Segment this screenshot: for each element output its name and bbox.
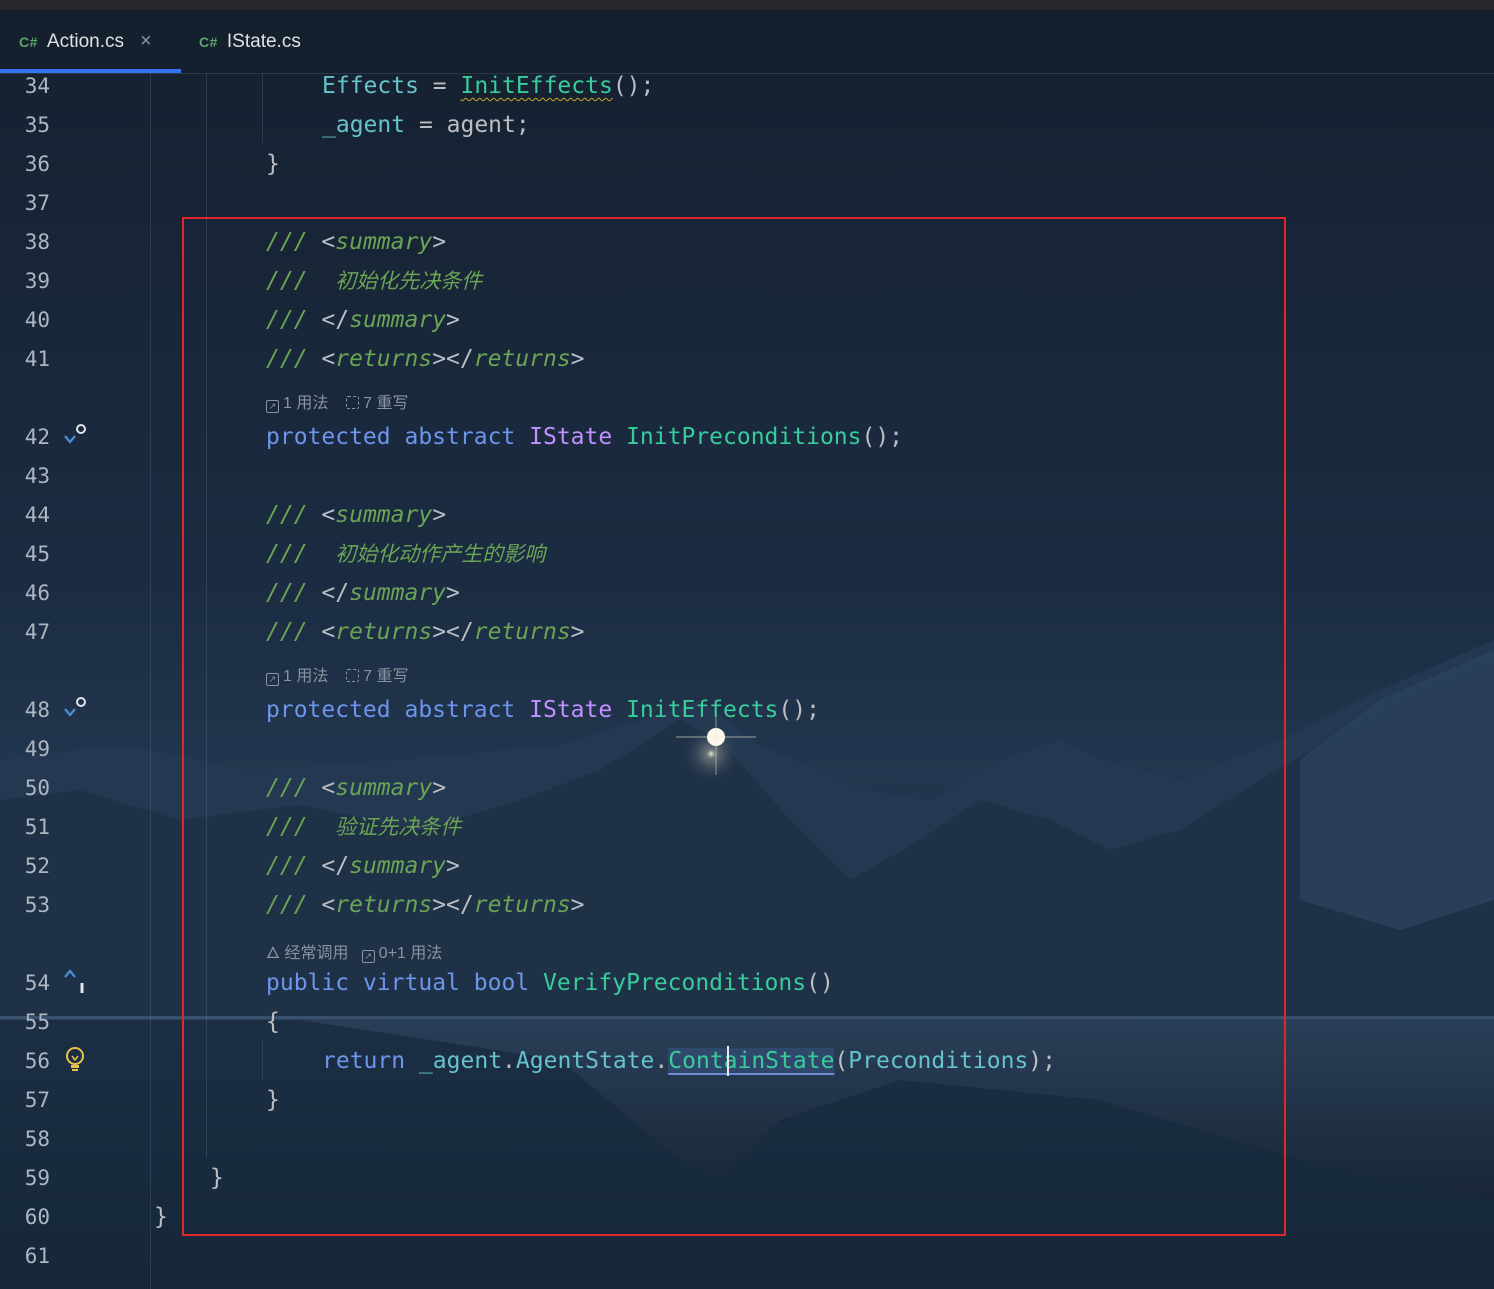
code-line-50: /// <summary> (266, 775, 447, 801)
gutter-separator (150, 73, 151, 1289)
frequent-call-hint[interactable]: 🜂 经常调用 (266, 945, 348, 962)
line-number: 50 (24, 776, 50, 800)
code-line-48: protected abstract IState InitEffects(); (266, 697, 820, 723)
close-tab-icon[interactable]: × (140, 30, 152, 53)
line-number: 60 (24, 1205, 50, 1229)
code-line-45: /// 初始化动作产生的影响 (266, 541, 546, 567)
indent-guide (262, 73, 263, 143)
implemented-down-icon[interactable] (60, 422, 90, 450)
code-line-54: public virtual bool VerifyPreconditions(… (266, 970, 834, 996)
code-line-59: } (210, 1165, 224, 1191)
csharp-file-icon: C# (199, 33, 218, 50)
code-vision-hint-48: ↗ 1 用法 7 重写 (266, 662, 409, 686)
flame-icon: 🜂 (266, 945, 285, 962)
line-number: 49 (24, 737, 50, 761)
line-number: 48 (24, 698, 50, 722)
indent-guide (262, 1040, 263, 1080)
editor-background-image (0, 0, 1494, 1289)
line-number: 55 (24, 1010, 50, 1034)
line-number: 59 (24, 1166, 50, 1190)
code-line-60: } (154, 1204, 168, 1230)
code-line-42: protected abstract IState InitPreconditi… (266, 424, 904, 450)
line-number: 44 (24, 503, 50, 527)
line-number: 37 (24, 191, 50, 215)
usages-hint[interactable]: ↗ 1 用法 (266, 395, 328, 413)
line-number: 54 (24, 971, 50, 995)
code-line-40: /// </summary> (266, 307, 460, 333)
csharp-file-icon: C# (19, 33, 38, 50)
line-number: 38 (24, 230, 50, 254)
line-number: 56 (24, 1049, 50, 1073)
code-line-36: } (266, 151, 280, 177)
code-vision-hint-42: ↗ 1 用法 7 重写 (266, 389, 409, 413)
code-line-47: /// <returns></returns> (266, 619, 585, 645)
usages-icon: ↗ (266, 673, 279, 686)
line-number: 41 (24, 347, 50, 371)
tab-istate-cs[interactable]: C# IState.cs (199, 10, 301, 73)
window-title-strip (0, 0, 1494, 10)
line-number: 40 (24, 308, 50, 332)
code-line-56: return _agent.AgentState.ContainState(Pr… (322, 1048, 1056, 1074)
line-number: 46 (24, 581, 50, 605)
line-number: 45 (24, 542, 50, 566)
implemented-down-icon[interactable] (60, 695, 90, 723)
line-number: 61 (24, 1244, 50, 1268)
line-number: 53 (24, 893, 50, 917)
code-line-44: /// <summary> (266, 502, 447, 528)
line-number: 47 (24, 620, 50, 644)
line-number: 35 (24, 113, 50, 137)
code-line-53: /// <returns></returns> (266, 892, 585, 918)
code-vision-hint-54: 🜂 经常调用 ↗ 0+1 用法 (266, 935, 442, 968)
code-line-41: /// <returns></returns> (266, 346, 585, 372)
code-line-51: /// 验证先决条件 (266, 814, 462, 840)
usages-icon: ↗ (361, 950, 375, 963)
highlighted-symbol: ContainState (668, 1048, 835, 1074)
code-line-34: Effects = InitEffects(); (322, 73, 655, 99)
usages-icon: ↗ (266, 400, 279, 413)
code-line-35: _agent = agent; (322, 112, 530, 138)
tab-label: Action.cs (46, 30, 124, 52)
line-number: 34 (24, 74, 50, 98)
editor-tab-bar: C# Action.cs × C# IState.cs (0, 10, 1494, 74)
overrides-hint[interactable]: 7 重写 (346, 395, 409, 412)
code-line-57: } (266, 1087, 280, 1113)
overrides-icon (346, 396, 360, 409)
indent-guide (206, 73, 207, 1158)
line-number: 43 (24, 464, 50, 488)
overrides-icon (346, 669, 360, 682)
code-line-39: /// 初始化先决条件 (266, 268, 483, 294)
line-number: 52 (24, 854, 50, 878)
warning-squiggle: InitEffects (460, 73, 613, 99)
overrides-hint[interactable]: 7 重写 (346, 668, 409, 685)
code-line-38: /// <summary> (266, 229, 447, 255)
code-line-46: /// </summary> (266, 580, 460, 606)
code-line-52: /// </summary> (266, 853, 460, 879)
usages-hint[interactable]: ↗ 0+1 用法 (361, 945, 442, 963)
line-number: 39 (24, 269, 50, 293)
code-line-55: { (266, 1009, 280, 1035)
tab-action-cs[interactable]: C# Action.cs × (19, 10, 152, 73)
tab-label: IState.cs (226, 30, 301, 52)
line-number: 58 (24, 1127, 50, 1151)
lightbulb-icon[interactable] (64, 1045, 86, 1075)
usages-hint[interactable]: ↗ 1 用法 (266, 668, 328, 686)
line-number: 57 (24, 1088, 50, 1112)
overrides-up-icon[interactable] (60, 967, 90, 997)
line-number: 36 (24, 152, 50, 176)
line-number: 42 (24, 425, 50, 449)
text-caret (727, 1046, 729, 1076)
line-number: 51 (24, 815, 50, 839)
